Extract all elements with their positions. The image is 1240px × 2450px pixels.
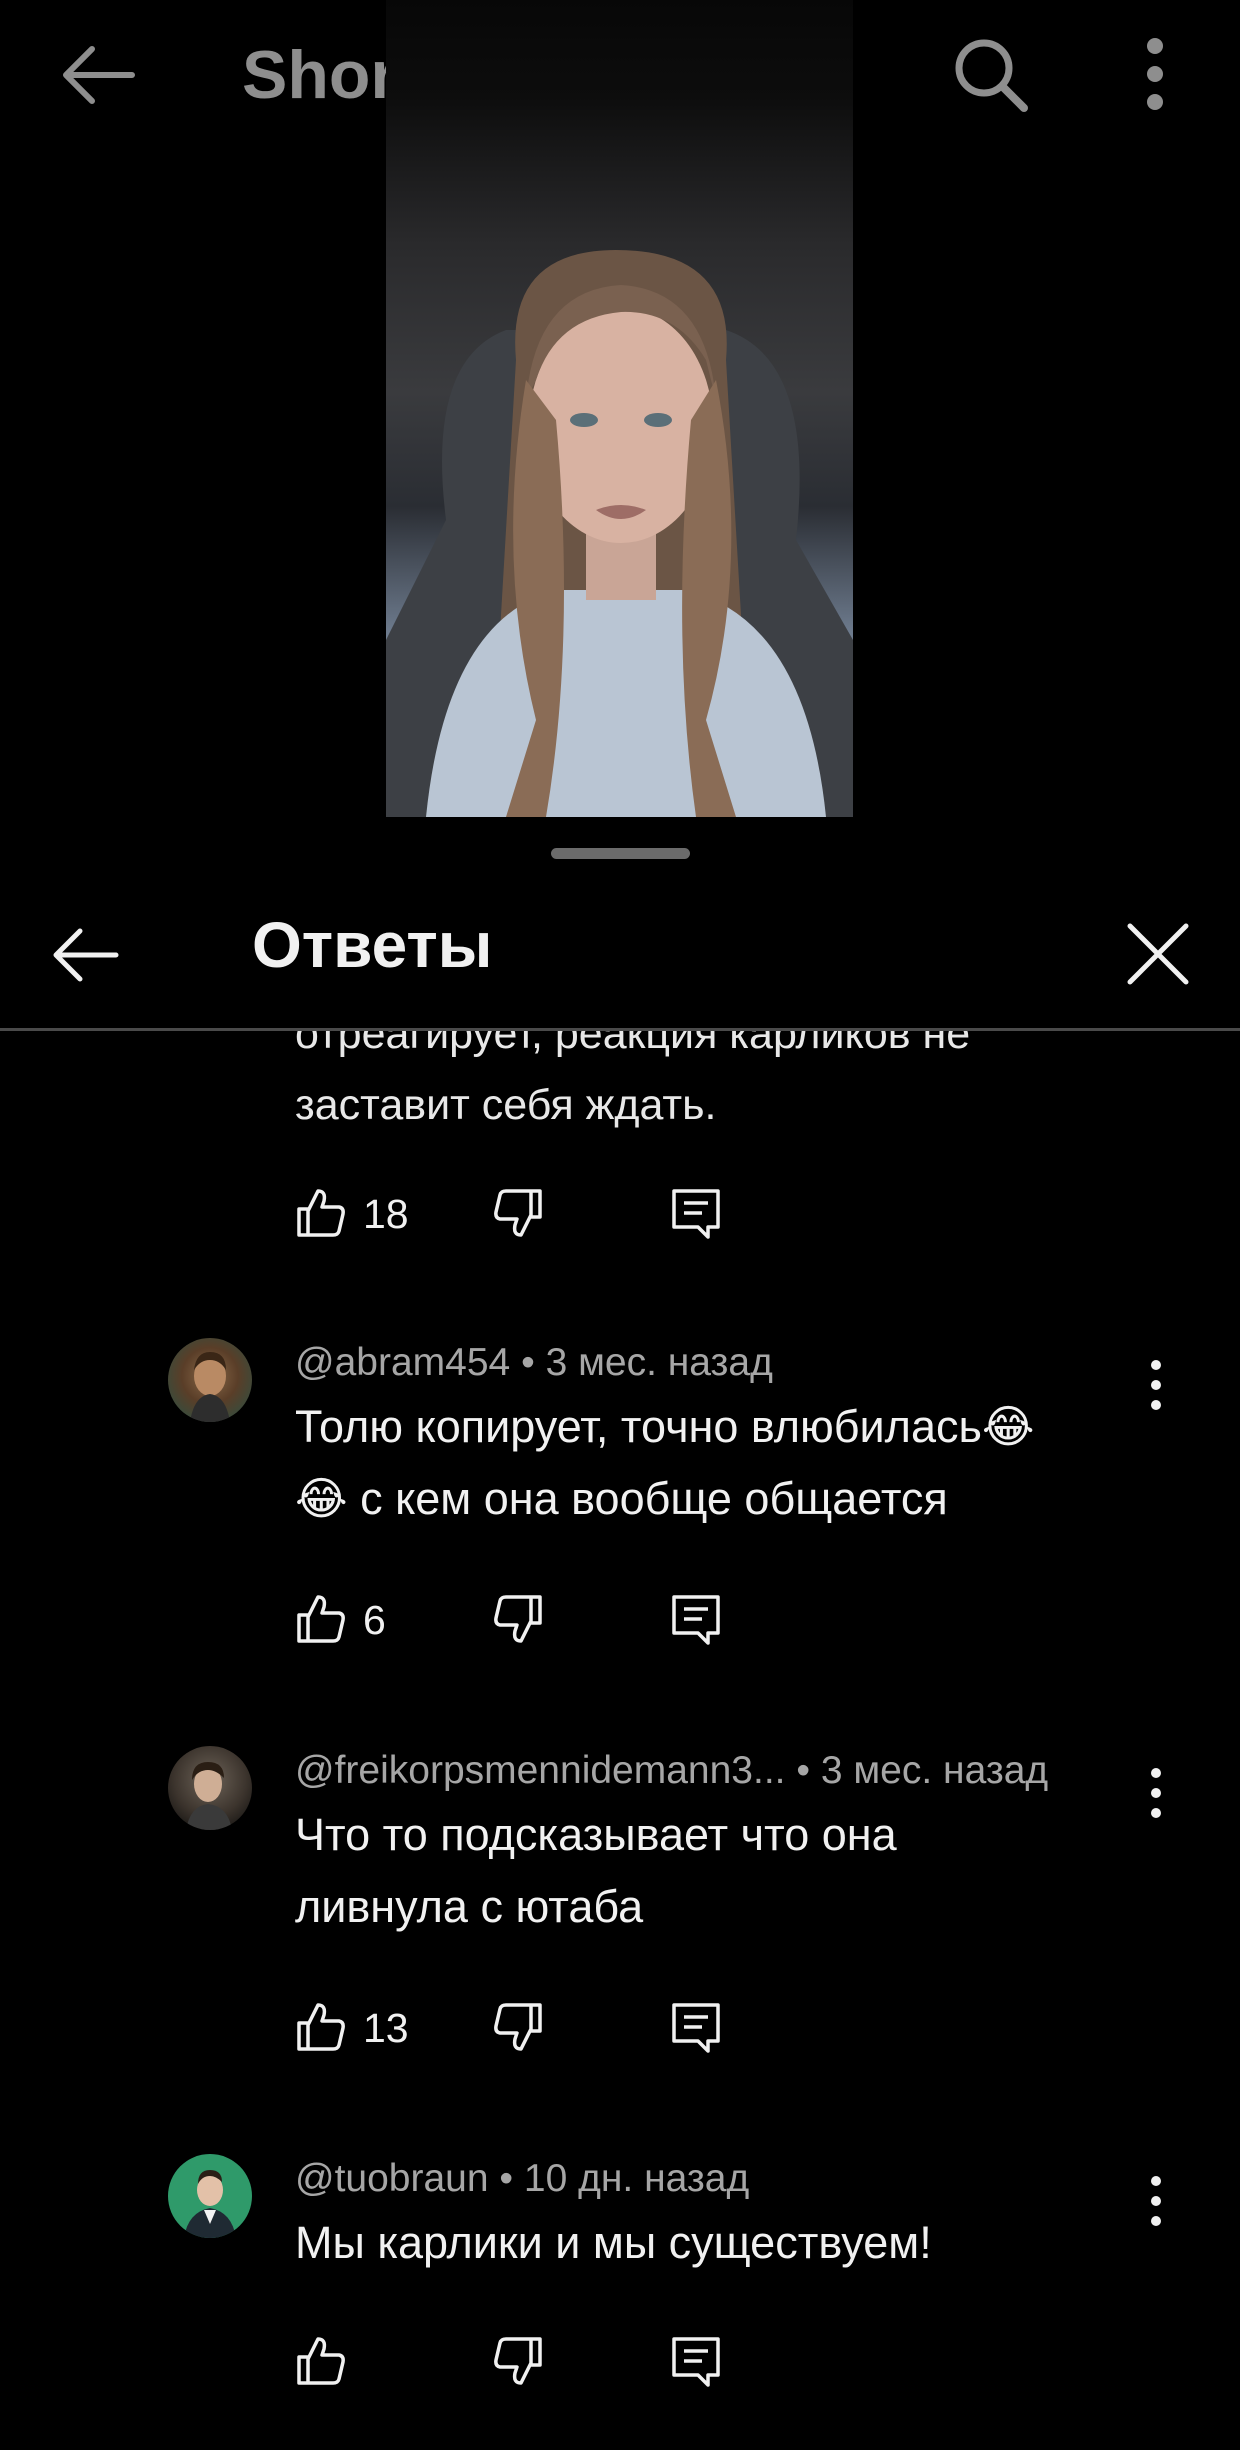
reply-text: Что то подсказывает что она ливнула с ют… (295, 1799, 1155, 1943)
thumb-up-icon[interactable] (295, 1593, 347, 1645)
close-icon[interactable] (1124, 920, 1192, 988)
reply-time: 3 мес. назад (820, 1749, 1049, 1792)
reply-author[interactable]: @freikorpsmennidemann3... (295, 1749, 786, 1792)
thumb-up-icon[interactable] (295, 1187, 347, 1239)
thumb-down-icon[interactable] (492, 2001, 544, 2053)
reply-time: 10 дн. назад (523, 2157, 750, 2200)
reply-text: Толю копирует, точно влюбилась😂 😂 с кем … (295, 1391, 1155, 1535)
replies-list[interactable]: отреагирует, реакция карликов не застави… (0, 1031, 1240, 2450)
replies-title: Ответы (252, 909, 493, 981)
like-count: 13 (363, 2005, 409, 2051)
reply-meta: @freikorpsmennidemann3... • 3 мес. назад (295, 1749, 1048, 1793)
thumb-up-icon[interactable] (295, 2335, 347, 2387)
reply-text-line: ливнула с ютаба (295, 1881, 644, 1932)
thumb-down-icon[interactable] (492, 2335, 544, 2387)
reply-author[interactable]: @abram454 (295, 1341, 510, 1384)
meta-separator: • (521, 1341, 546, 1384)
reply-actions: 13 (295, 2001, 895, 2061)
avatar[interactable] (168, 2154, 252, 2238)
reply-actions: 18 (295, 1187, 895, 1247)
replies-header: Ответы (0, 880, 1240, 1030)
reply-meta: @abram454 • 3 мес. назад (295, 1341, 773, 1385)
back-arrow-icon[interactable] (60, 40, 140, 110)
drag-handle[interactable] (551, 848, 690, 859)
reply-actions (295, 2335, 895, 2395)
avatar[interactable] (168, 1746, 252, 1830)
reply-author[interactable]: @tuobraun (295, 2157, 489, 2200)
meta-separator: • (499, 2157, 524, 2200)
comment-reply-icon[interactable] (670, 2001, 722, 2053)
avatar[interactable] (168, 1338, 252, 1422)
thumb-up-icon[interactable] (295, 2001, 347, 2053)
more-options-icon[interactable] (1135, 34, 1175, 114)
thumb-down-icon[interactable] (492, 1593, 544, 1645)
meta-separator: • (796, 1749, 821, 1792)
reply-meta: @tuobraun • 10 дн. назад (295, 2157, 749, 2201)
like-count: 6 (363, 1597, 386, 1643)
reply-text: Мы карлики и мы существуем! (295, 2207, 1155, 2279)
video-player[interactable] (386, 0, 853, 817)
back-arrow-icon[interactable] (50, 920, 130, 990)
comment-reply-icon[interactable] (670, 1187, 722, 1239)
reply-actions: 6 (295, 1593, 895, 1653)
like-count: 18 (363, 1191, 409, 1237)
reply-time: 3 мес. назад (545, 1341, 773, 1384)
reply-text-line: Мы карлики и мы существуем! (295, 2217, 932, 2268)
reply-text-line: заставит себя ждать. (295, 1081, 717, 1129)
comment-reply-icon[interactable] (670, 2335, 722, 2387)
search-icon[interactable] (950, 34, 1030, 114)
comment-reply-icon[interactable] (670, 1593, 722, 1645)
thumb-down-icon[interactable] (492, 1187, 544, 1239)
reply-text-line: отреагирует, реакция карликов не (295, 1031, 971, 1058)
partial-reply-text: отреагирует, реакция карликов не застави… (295, 1031, 970, 1141)
reply-text-line: 😂 с кем она вообще общается (295, 1473, 948, 1524)
reply-text-line: Толю копирует, точно влюбилась😂 (295, 1401, 1035, 1452)
reply-text-line: Что то подсказывает что она (295, 1809, 897, 1860)
